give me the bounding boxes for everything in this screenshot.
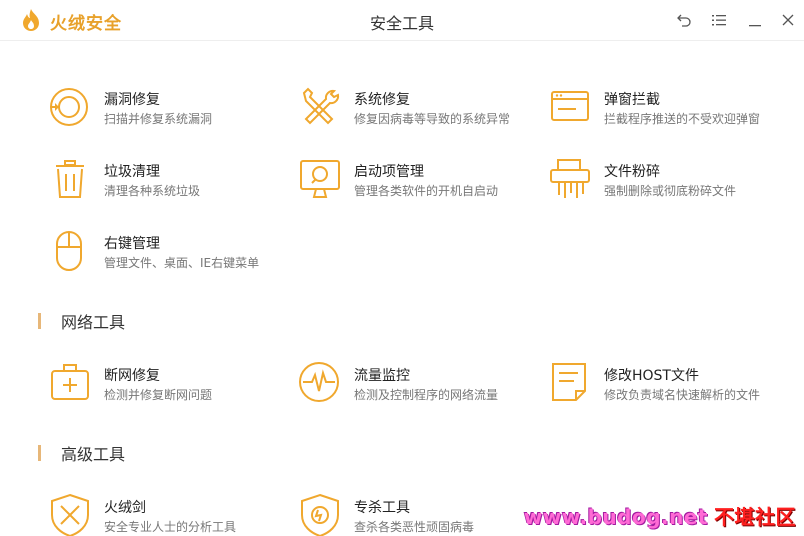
tool-desc: 安全专业人士的分析工具 (104, 520, 237, 534)
tool-name: 专杀工具 (354, 500, 410, 516)
tool-desc: 管理文件、桌面、IE右键菜单 (104, 256, 260, 270)
undo-icon (677, 14, 691, 27)
list-menu-icon (712, 15, 726, 26)
tool-context-menu[interactable]: 右键管理 管理文件、桌面、IE右键菜单 (48, 229, 288, 279)
tool-name: 火绒剑 (104, 500, 146, 516)
sword-shield-icon (51, 493, 89, 536)
tool-desc: 检测及控制程序的网络流量 (354, 388, 499, 402)
mouse-icon (56, 231, 82, 271)
tool-name: 流量监控 (354, 368, 410, 384)
tool-desc: 修改负责域名快速解析的文件 (604, 388, 761, 402)
section-marker (38, 445, 41, 461)
clipped-section-header (38, 43, 128, 49)
tool-desc: 管理各类软件的开机自启动 (354, 184, 499, 198)
section-marker (38, 313, 41, 329)
tool-traffic-monitor[interactable]: 流量监控 检测及控制程序的网络流量 (298, 361, 538, 411)
tool-edit-host[interactable]: 修改HOST文件 修改负责域名快速解析的文件 (548, 361, 788, 411)
back-button[interactable] (674, 10, 694, 30)
watermark-site: www.budog.net (523, 505, 708, 529)
trash-icon (56, 160, 84, 198)
traffic-wave-icon (299, 362, 339, 402)
tool-file-shredder[interactable]: 文件粉碎 强制删除或彻底粉碎文件 (548, 157, 788, 207)
tool-vulnerability-fix[interactable]: 漏洞修复 扫描并修复系统漏洞 (48, 85, 288, 135)
tool-name: 文件粉碎 (604, 164, 660, 180)
watermark-label: 不堪社区 (714, 505, 796, 529)
tool-startup-manager[interactable]: 启动项管理 管理各类软件的开机自启动 (298, 157, 538, 207)
section-title: 网络工具 (61, 313, 126, 332)
popup-window-icon (551, 91, 589, 121)
section-header-network: 网络工具 (38, 311, 126, 332)
section-title: 高级工具 (61, 445, 126, 464)
title-bar: 火绒安全 安全工具 (0, 0, 804, 41)
tool-name: 断网修复 (104, 368, 160, 384)
tool-system-repair[interactable]: 系统修复 修复因病毒等导致的系统异常 (298, 85, 538, 135)
tool-name: 修改HOST文件 (604, 368, 699, 384)
shredder-icon (550, 159, 590, 198)
tool-name: 弹窗拦截 (604, 92, 660, 108)
tool-name: 垃圾清理 (104, 164, 160, 180)
tool-name: 启动项管理 (354, 164, 424, 180)
close-icon (782, 14, 794, 26)
tool-desc: 检测并修复断网问题 (104, 388, 213, 402)
minimize-button[interactable] (745, 10, 765, 30)
medkit-icon (51, 364, 89, 400)
tool-name: 系统修复 (354, 92, 410, 108)
tool-desc: 强制删除或彻底粉碎文件 (604, 184, 737, 198)
section-header-advanced: 高级工具 (38, 443, 126, 464)
tool-desc: 扫描并修复系统漏洞 (104, 112, 213, 126)
kill-shield-icon (301, 493, 339, 536)
tool-desc: 清理各种系统垃圾 (104, 184, 201, 198)
tool-desc: 修复因病毒等导致的系统异常 (354, 112, 511, 126)
tool-desc: 拦截程序推送的不受欢迎弹窗 (604, 112, 761, 126)
tools-content: 漏洞修复 扫描并修复系统漏洞 系统修复 修复因病毒等导致的系统异常 弹窗拦截 拦… (0, 41, 804, 536)
tool-name: 右键管理 (104, 236, 160, 252)
tool-huorong-sword[interactable]: 火绒剑 安全专业人士的分析工具 (48, 493, 288, 536)
close-button[interactable] (778, 10, 798, 30)
site-watermark: www.budog.net 不堪社区 (524, 501, 796, 530)
tool-popup-block[interactable]: 弹窗拦截 拦截程序推送的不受欢迎弹窗 (548, 85, 788, 135)
minimize-icon (749, 25, 761, 27)
tool-desc: 查杀各类恶性顽固病毒 (354, 520, 475, 534)
vulnerability-icon (50, 88, 88, 126)
tool-network-repair[interactable]: 断网修复 检测并修复断网问题 (48, 361, 288, 411)
tool-virus-killer[interactable]: 专杀工具 查杀各类恶性顽固病毒 (298, 493, 538, 536)
monitor-startup-icon (300, 160, 340, 198)
wrench-screwdriver-icon (302, 87, 340, 125)
tool-junk-clean[interactable]: 垃圾清理 清理各种系统垃圾 (48, 157, 288, 207)
menu-button[interactable] (709, 10, 729, 30)
tool-name: 漏洞修复 (104, 92, 160, 108)
host-file-icon (552, 363, 586, 401)
